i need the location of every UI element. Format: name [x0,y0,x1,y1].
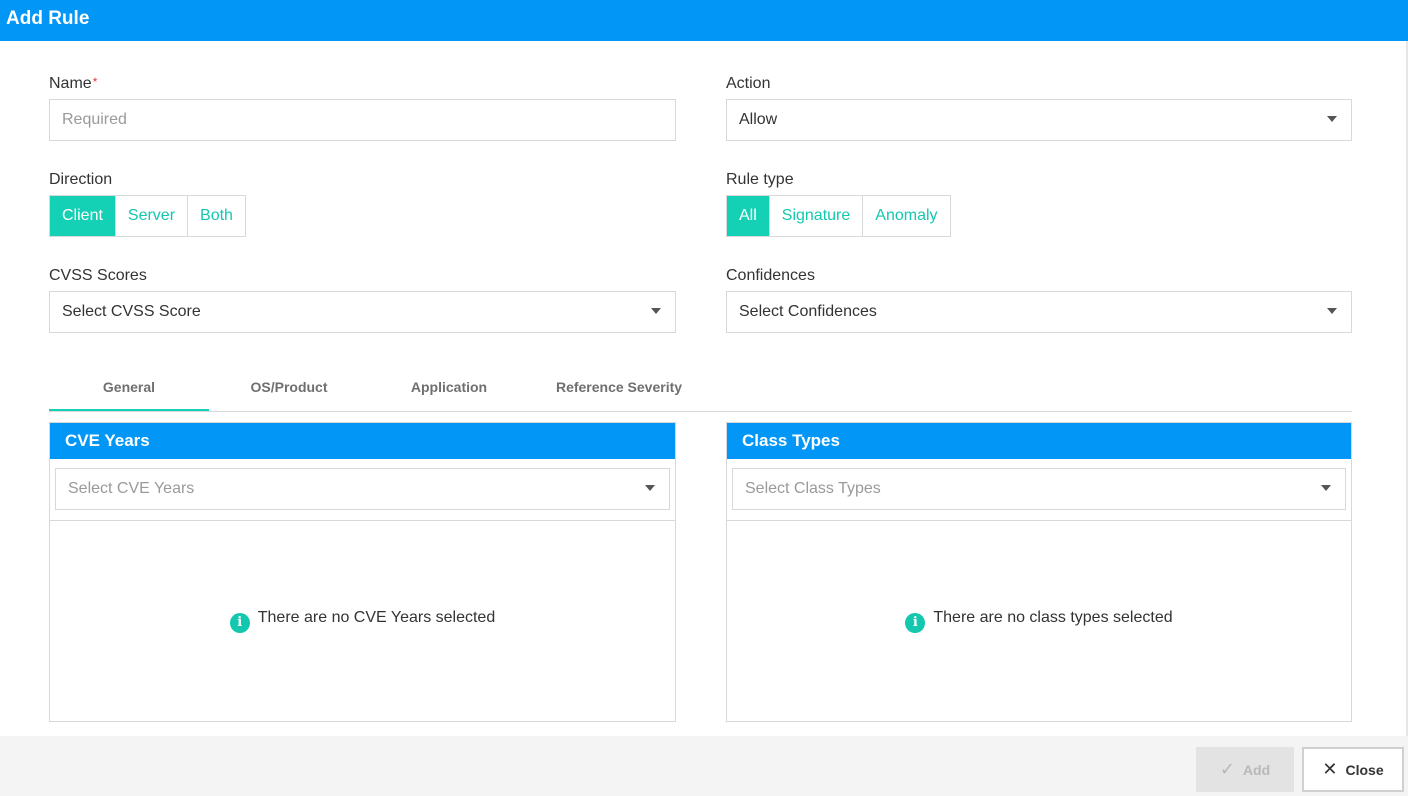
cve-years-select[interactable]: Select CVE Years [55,468,670,510]
action-label: Action [726,75,771,92]
class-types-panel-title: Class Types [727,423,1351,459]
direction-label: Direction [49,171,113,188]
direction-client-button[interactable]: Client [50,196,116,236]
info-icon: i [905,613,926,633]
class-types-select-placeholder: Select Class Types [745,480,881,497]
cve-years-select-placeholder: Select CVE Years [68,480,195,497]
class-types-panel: Class Types Select Class Types i There ar… [726,422,1352,722]
name-input-placeholder: Required [62,111,127,128]
dialog-titlebar: Add Rule [0,0,1408,41]
close-icon: ✕ [1322,759,1338,779]
add-button[interactable]: ✓ Add [1196,747,1294,792]
chevron-down-icon [1327,116,1337,122]
dialog-title: Add Rule [6,8,90,29]
confidences-label: Confidences [726,267,815,284]
divider [50,520,675,521]
divider [727,520,1351,521]
cve-years-panel-title: CVE Years [50,423,675,459]
rule-type-all-button[interactable]: All [727,196,770,236]
tab-reference-severity[interactable]: Reference Severity [529,372,709,411]
class-types-select[interactable]: Select Class Types [732,468,1346,510]
cvss-select[interactable]: Select CVSS Score [49,291,676,333]
chevron-down-icon [1327,308,1337,314]
name-label: Name* [49,75,98,92]
rule-type-signature-button[interactable]: Signature [770,196,864,236]
action-select-value: Allow [739,111,778,128]
chevron-down-icon [651,308,661,314]
cve-years-panel: CVE Years Select CVE Years i There are no… [49,422,676,722]
direction-server-button[interactable]: Server [116,196,189,236]
cvss-select-placeholder: Select CVSS Score [62,303,201,320]
rule-type-toggle: All Signature Anomaly [726,195,951,237]
cve-years-empty-message: i There are no CVE Years selected [50,609,675,633]
name-input[interactable]: Required [49,99,676,141]
tab-general[interactable]: General [49,372,209,411]
tab-os-product[interactable]: OS/Product [209,372,369,411]
direction-both-button[interactable]: Both [188,196,245,236]
cvss-label: CVSS Scores [49,267,147,284]
required-mark: * [92,75,98,89]
rule-type-anomaly-button[interactable]: Anomaly [863,196,949,236]
check-icon: ✓ [1219,759,1235,779]
direction-toggle: Client Server Both [49,195,246,237]
chevron-down-icon [1321,485,1331,491]
confidences-select[interactable]: Select Confidences [726,291,1352,333]
confidences-select-placeholder: Select Confidences [739,303,877,320]
info-icon: i [229,613,250,633]
close-button[interactable]: ✕ Close [1302,747,1404,792]
rule-type-label: Rule type [726,171,794,188]
class-types-empty-message: i There are no class types selected [727,609,1351,633]
tab-bar: General OS/Product Application Reference… [49,372,1352,412]
chevron-down-icon [645,485,655,491]
tab-application[interactable]: Application [369,372,529,411]
action-select[interactable]: Allow [726,99,1352,141]
